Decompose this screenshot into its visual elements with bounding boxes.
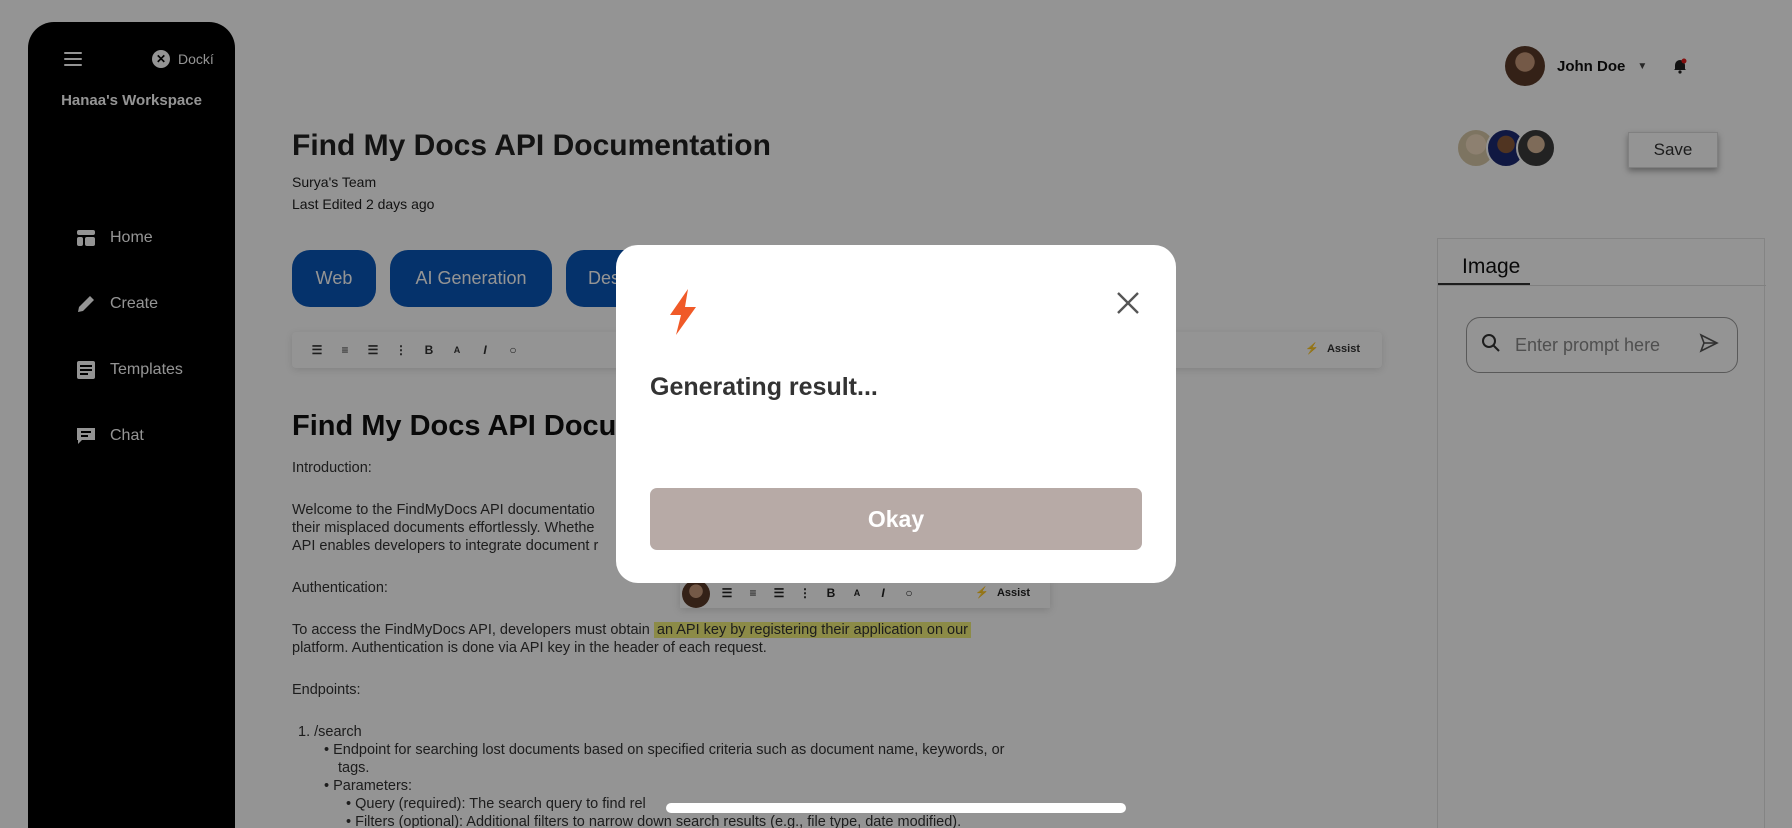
generating-dialog: Generating result... Okay — [616, 245, 1176, 583]
close-icon[interactable] — [1110, 285, 1146, 321]
okay-button[interactable]: Okay — [650, 488, 1142, 550]
horizontal-scrollbar[interactable] — [666, 803, 1126, 813]
dialog-title: Generating result... — [650, 373, 878, 401]
bolt-icon — [666, 289, 700, 335]
